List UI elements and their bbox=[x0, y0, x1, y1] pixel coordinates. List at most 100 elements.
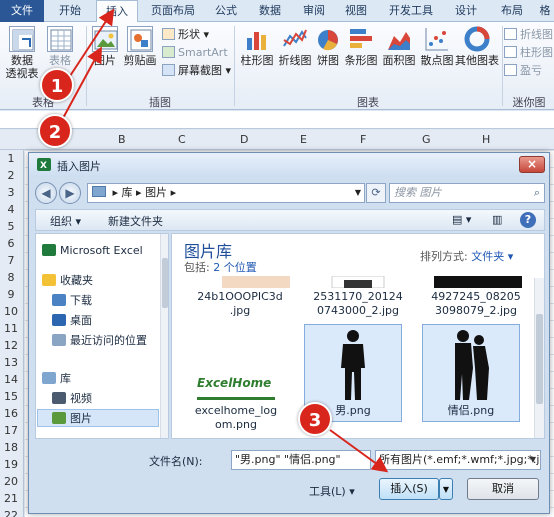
includes-link[interactable]: 2 个位置 bbox=[213, 261, 257, 274]
other-charts-button[interactable]: 其他图表 bbox=[454, 26, 500, 67]
file-thumbnail[interactable] bbox=[309, 328, 397, 400]
breadcrumb-pictures[interactable]: 图片 bbox=[145, 186, 167, 199]
tab-home[interactable]: 开始 bbox=[48, 0, 92, 22]
column-header[interactable]: B bbox=[118, 133, 126, 146]
tab-page-layout[interactable]: 页面布局 bbox=[142, 0, 204, 22]
tab-file[interactable]: 文件 bbox=[0, 0, 44, 22]
organize-menu[interactable]: 组织 ▾ bbox=[50, 213, 81, 229]
filename-input[interactable]: "男.png" "情侣.png" bbox=[231, 450, 371, 470]
file-name[interactable]: 4927245_08205 3098079_2.jpg bbox=[424, 290, 528, 318]
file-name[interactable]: excelhome_log om.png bbox=[184, 404, 288, 432]
file-thumbnail[interactable] bbox=[434, 276, 522, 288]
row-header[interactable]: 4 bbox=[0, 203, 22, 216]
row-header[interactable]: 12 bbox=[0, 339, 22, 352]
column-chart-button[interactable]: 柱形图 bbox=[238, 26, 276, 67]
row-header[interactable]: 9 bbox=[0, 288, 22, 301]
help-icon[interactable]: ? bbox=[520, 212, 536, 228]
row-header[interactable]: 20 bbox=[0, 475, 22, 488]
scrollbar-thumb[interactable] bbox=[536, 314, 543, 404]
tab-formulas[interactable]: 公式 bbox=[206, 0, 246, 22]
back-button[interactable]: ◀ bbox=[35, 182, 57, 204]
sparkline-column-button[interactable]: 柱形图 bbox=[504, 44, 553, 61]
row-header[interactable]: 10 bbox=[0, 305, 22, 318]
address-bar[interactable]: ▸ 库 ▸ 图片 ▸ ▼ bbox=[87, 183, 365, 203]
breadcrumb-library[interactable]: 库 bbox=[122, 186, 133, 199]
column-header[interactable]: G bbox=[422, 133, 431, 146]
row-header[interactable]: 17 bbox=[0, 424, 22, 437]
column-header[interactable]: D bbox=[240, 133, 248, 146]
file-thumbnail[interactable] bbox=[427, 328, 515, 400]
file-thumbnail[interactable] bbox=[314, 276, 402, 288]
bar-chart-button[interactable]: 条形图 bbox=[342, 26, 380, 67]
arrange-dropdown[interactable]: 文件夹 ▾ bbox=[471, 250, 513, 263]
row-header[interactable]: 11 bbox=[0, 322, 22, 335]
view-options-icon[interactable]: ▤ ▾ bbox=[452, 213, 471, 226]
pivot-table-button[interactable]: 数据 透视表 bbox=[4, 26, 40, 80]
picture-button[interactable]: 图片 bbox=[90, 26, 120, 67]
sparkline-line-button[interactable]: 折线图 bbox=[504, 26, 553, 43]
scatter-chart-button[interactable]: 散点图 bbox=[418, 26, 456, 67]
nav-item-pictures[interactable]: 图片 bbox=[37, 409, 159, 427]
row-header[interactable]: 14 bbox=[0, 373, 22, 386]
shapes-button[interactable]: 形状 ▾ bbox=[162, 26, 209, 43]
tab-format[interactable]: 格 bbox=[536, 0, 554, 22]
column-header[interactable]: H bbox=[482, 133, 490, 146]
row-header[interactable]: 6 bbox=[0, 237, 22, 250]
row-header[interactable]: 1 bbox=[0, 152, 22, 165]
content-scrollbar[interactable] bbox=[534, 278, 544, 438]
address-dropdown-icon[interactable]: ▼ bbox=[355, 184, 361, 202]
close-button[interactable]: × bbox=[519, 156, 545, 173]
screenshot-button[interactable]: 屏幕截图 ▾ bbox=[162, 62, 231, 79]
file-type-select[interactable]: 所有图片(*.emf;*.wmf;*.jpg;*.jp ▼ bbox=[375, 450, 541, 470]
nav-item-excel[interactable]: Microsoft Excel bbox=[42, 242, 143, 260]
line-chart-button[interactable]: 折线图 bbox=[276, 26, 314, 67]
row-header[interactable]: 2 bbox=[0, 169, 22, 182]
smartart-button[interactable]: SmartArt bbox=[162, 44, 228, 61]
sparkline-winloss-button[interactable]: 盈亏 bbox=[504, 62, 542, 79]
row-header[interactable]: 13 bbox=[0, 356, 22, 369]
nav-item-desktop[interactable]: 桌面 bbox=[52, 312, 92, 330]
row-header[interactable]: 19 bbox=[0, 458, 22, 471]
row-header[interactable]: 7 bbox=[0, 254, 22, 267]
row-header[interactable]: 18 bbox=[0, 441, 22, 454]
new-folder-button[interactable]: 新建文件夹 bbox=[108, 213, 163, 229]
preview-pane-icon[interactable]: ▥ bbox=[492, 213, 502, 226]
file-thumbnail[interactable] bbox=[212, 276, 300, 288]
nav-item-recent[interactable]: 最近访问的位置 bbox=[52, 332, 147, 350]
forward-button[interactable]: ▶ bbox=[59, 182, 81, 204]
table-button[interactable]: 表格 bbox=[44, 26, 76, 67]
tab-review[interactable]: 审阅 bbox=[294, 0, 334, 22]
file-name[interactable]: 情侣.png bbox=[422, 404, 520, 418]
nav-item-library[interactable]: 库 bbox=[42, 370, 71, 388]
file-thumbnail[interactable]: ExcelHome bbox=[192, 368, 280, 402]
column-header[interactable]: E bbox=[300, 133, 307, 146]
search-input[interactable]: 搜索 图片 ⌕ bbox=[389, 183, 545, 203]
file-name[interactable]: 24b1OOOPIC3d .jpg bbox=[190, 290, 290, 318]
nav-item-downloads[interactable]: 下载 bbox=[52, 292, 92, 310]
tab-layout[interactable]: 布局 bbox=[492, 0, 532, 22]
row-header[interactable]: 3 bbox=[0, 186, 22, 199]
pie-chart-button[interactable]: 饼图 bbox=[314, 26, 342, 67]
row-header[interactable]: 8 bbox=[0, 271, 22, 284]
row-header[interactable]: 21 bbox=[0, 492, 22, 505]
tab-developer[interactable]: 开发工具 bbox=[380, 0, 442, 22]
area-chart-button[interactable]: 面积图 bbox=[380, 26, 418, 67]
tab-data[interactable]: 数据 bbox=[250, 0, 290, 22]
column-header[interactable]: C bbox=[178, 133, 186, 146]
insert-options-button[interactable]: ▼ bbox=[439, 478, 453, 500]
tab-design[interactable]: 设计 bbox=[446, 0, 486, 22]
column-header[interactable]: F bbox=[360, 133, 366, 146]
refresh-button[interactable]: ⟳ bbox=[366, 183, 386, 203]
insert-button[interactable]: 插入(S) bbox=[379, 478, 439, 500]
row-header[interactable]: 5 bbox=[0, 220, 22, 233]
tab-insert[interactable]: 插入 bbox=[96, 0, 138, 23]
scrollbar-thumb[interactable] bbox=[162, 258, 168, 308]
dialog-titlebar[interactable]: X 插入图片 × bbox=[29, 153, 549, 177]
nav-item-videos[interactable]: 视频 bbox=[52, 390, 92, 408]
file-name[interactable]: 2531170_20124 0743000_2.jpg bbox=[306, 290, 410, 318]
tab-view[interactable]: 视图 bbox=[336, 0, 376, 22]
cancel-button[interactable]: 取消 bbox=[467, 478, 539, 500]
nav-item-favorites[interactable]: 收藏夹 bbox=[42, 272, 93, 290]
tools-menu[interactable]: 工具(L) ▾ bbox=[309, 483, 355, 499]
row-header[interactable]: 16 bbox=[0, 407, 22, 420]
